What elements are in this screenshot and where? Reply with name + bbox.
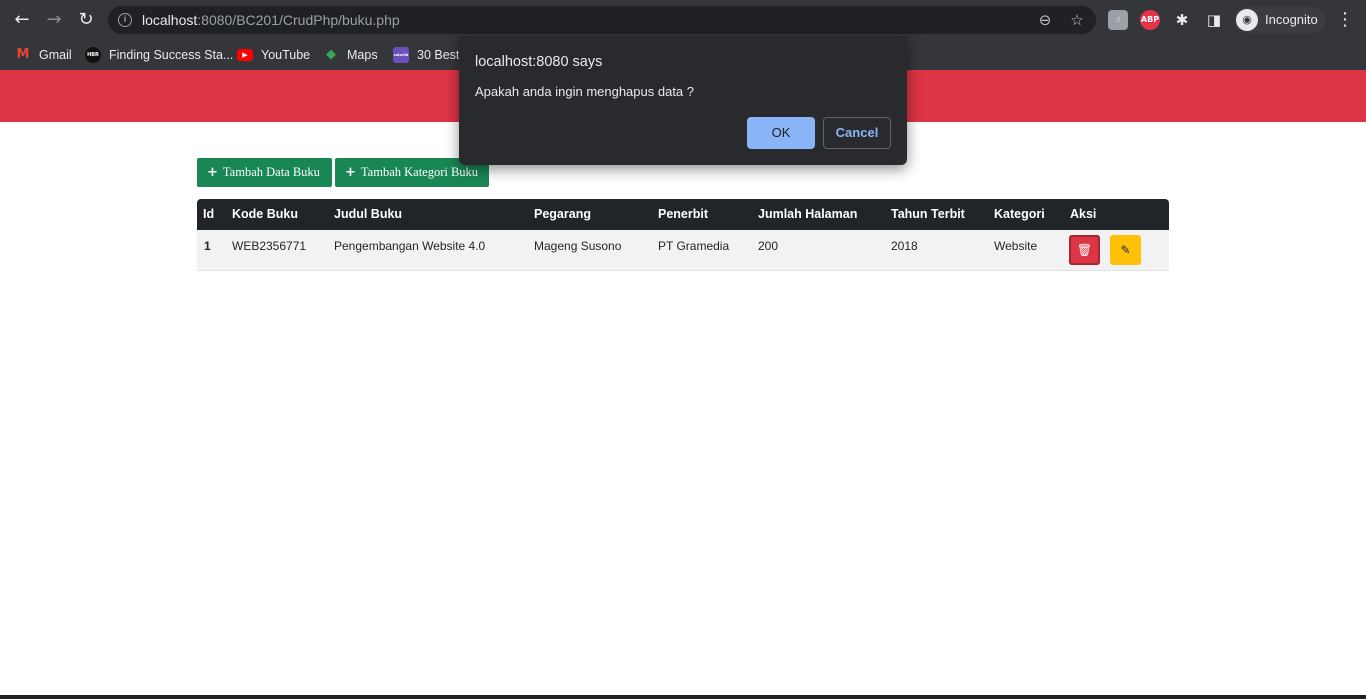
dialog-title: localhost:8080 says <box>475 54 603 70</box>
bookmark-label: YouTube <box>261 48 311 62</box>
column-header-kode-buku: Kode Buku <box>232 207 298 221</box>
cell-kategori: Website <box>994 239 1038 253</box>
column-header-tahun-terbit: Tahun Terbit <box>891 207 965 221</box>
back-arrow-icon[interactable]: ← <box>10 8 34 32</box>
cell-pegarang: Mageng Susono <box>534 239 622 253</box>
column-header-penerbit: Penerbit <box>658 207 709 221</box>
side-panel-icon[interactable]: ◨ <box>1202 8 1226 32</box>
bookmark-30-best[interactable]: colorlib 30 Best <box>393 44 459 66</box>
add-book-label: Tambah Data Buku <box>222 165 320 179</box>
incognito-icon: ◉ <box>1236 9 1258 31</box>
gmail-icon: M <box>16 47 30 62</box>
hbr-icon: HBR <box>85 47 101 63</box>
confirm-dialog: localhost:8080 says Apakah anda ingin me… <box>459 36 907 165</box>
ok-button[interactable]: OK <box>747 117 815 149</box>
books-table: Id Kode Buku Judul Buku Pegarang Penerbi… <box>197 199 1169 272</box>
colorlib-icon: colorlib <box>393 47 409 63</box>
adblock-plus-icon[interactable]: ABP <box>1140 10 1160 30</box>
table-row: 1 WEB2356771 Pengembangan Website 4.0 Ma… <box>197 230 1169 271</box>
column-header-judul-buku: Judul Buku <box>334 207 403 221</box>
column-header-pegarang: Pegarang <box>534 207 591 221</box>
plus-icon: + <box>207 165 218 180</box>
cell-kode-buku: WEB2356771 <box>232 239 307 253</box>
bookmark-hbr[interactable]: HBR Finding Success Sta... <box>85 44 233 66</box>
zoom-icon[interactable]: ⊖ <box>1036 11 1054 29</box>
browser-toolbar: ← → ↻ i localhost:8080/BC201/CrudPhp/buk… <box>0 0 1366 40</box>
cancel-button[interactable]: Cancel <box>823 117 891 149</box>
url-text[interactable]: localhost:8080/BC201/CrudPhp/buku.php <box>142 12 400 28</box>
column-header-aksi: Aksi <box>1070 207 1097 221</box>
forward-arrow-icon[interactable]: → <box>42 8 66 32</box>
cell-id: 1 <box>204 239 211 253</box>
bookmark-star-icon[interactable]: ☆ <box>1068 11 1086 29</box>
youtube-icon: ▶ <box>237 49 253 61</box>
incognito-profile-button[interactable]: ◉ Incognito <box>1234 7 1326 33</box>
bookmark-label: Maps <box>347 48 378 62</box>
maps-icon: ◆ <box>326 47 336 62</box>
bookmark-youtube[interactable]: ▶ YouTube <box>237 44 313 66</box>
bottom-edge <box>0 695 1366 699</box>
touch-extension-icon[interactable]: ☝ <box>1108 10 1128 30</box>
table-header: Id Kode Buku Judul Buku Pegarang Penerbi… <box>197 199 1169 230</box>
cell-penerbit: PT Gramedia <box>658 239 730 253</box>
column-header-kategori: Kategori <box>994 207 1045 221</box>
kebab-menu-icon[interactable]: ⋮ <box>1336 9 1354 31</box>
edit-button[interactable]: ✎ <box>1110 235 1141 265</box>
cell-judul-buku: Pengembangan Website 4.0 <box>334 239 486 253</box>
trash-icon: 🗑 <box>1076 243 1093 257</box>
add-category-label: Tambah Kategori Buku <box>360 165 479 179</box>
info-icon[interactable]: i <box>118 13 132 27</box>
delete-button[interactable]: 🗑 <box>1069 235 1100 265</box>
bookmark-label: Finding Success Sta... <box>109 48 234 62</box>
column-header-jumlah-halaman: Jumlah Halaman <box>758 207 858 221</box>
adblock-label: ABP <box>1140 15 1160 24</box>
cell-jumlah-halaman: 200 <box>758 239 779 253</box>
pencil-icon: ✎ <box>1120 243 1131 257</box>
url-host: localhost <box>142 12 198 28</box>
cell-tahun-terbit: 2018 <box>891 239 918 253</box>
reload-icon[interactable]: ↻ <box>74 8 98 32</box>
bookmark-maps[interactable]: ◆ Maps <box>323 44 381 66</box>
puzzle-icon[interactable]: ✱ <box>1170 8 1194 32</box>
column-header-id: Id <box>203 207 215 221</box>
bookmark-gmail[interactable]: M Gmail <box>15 44 75 66</box>
profile-label: Incognito <box>1265 12 1318 27</box>
bookmark-label: Gmail <box>39 48 72 62</box>
url-path: :8080/BC201/CrudPhp/buku.php <box>197 12 400 28</box>
add-book-button[interactable]: + Tambah Data Buku <box>197 158 332 187</box>
dialog-message: Apakah anda ingin menghapus data ? <box>475 84 695 99</box>
plus-icon: + <box>345 165 356 180</box>
address-bar[interactable]: i localhost:8080/BC201/CrudPhp/buku.php … <box>108 6 1096 34</box>
bookmark-label: 30 Best <box>417 48 460 62</box>
